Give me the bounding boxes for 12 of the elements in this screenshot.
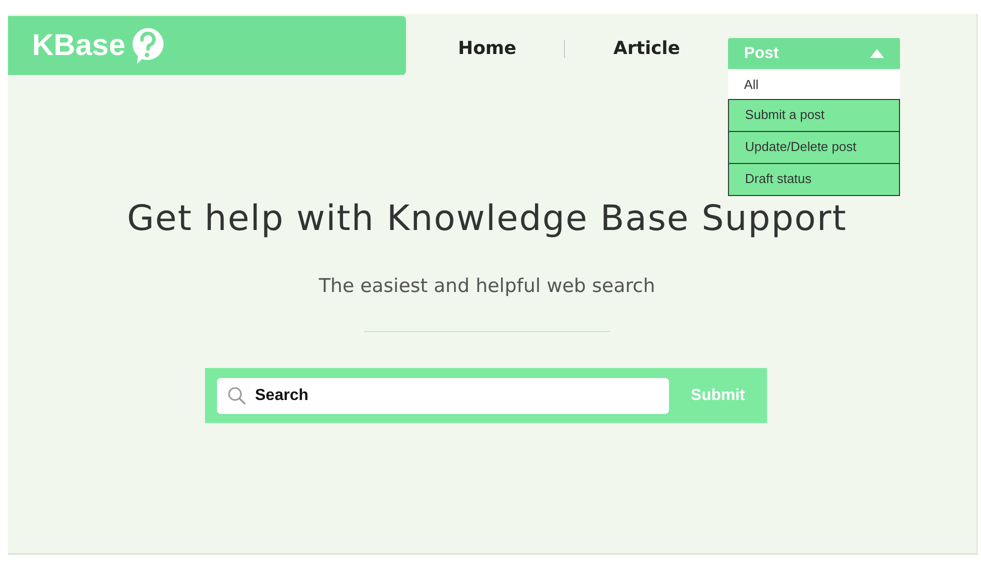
menu-item[interactable]: All xyxy=(728,70,900,100)
logo-text: KBase xyxy=(32,28,126,62)
subtitle: The easiest and helpful web search xyxy=(318,275,656,297)
search-field[interactable]: Search xyxy=(217,378,669,414)
speech-bubble-question-icon xyxy=(131,26,166,64)
menu-item[interactable]: Draft status xyxy=(728,164,900,196)
menu-item[interactable]: Submit a post xyxy=(728,100,900,132)
menu-item[interactable]: Update/Delete post xyxy=(728,132,900,164)
nav-link[interactable]: Home xyxy=(458,38,516,59)
caret-icon xyxy=(870,49,884,58)
nav-link[interactable]: Article xyxy=(613,38,680,59)
page-heading: Get help with Knowledge Base Support xyxy=(127,199,847,239)
